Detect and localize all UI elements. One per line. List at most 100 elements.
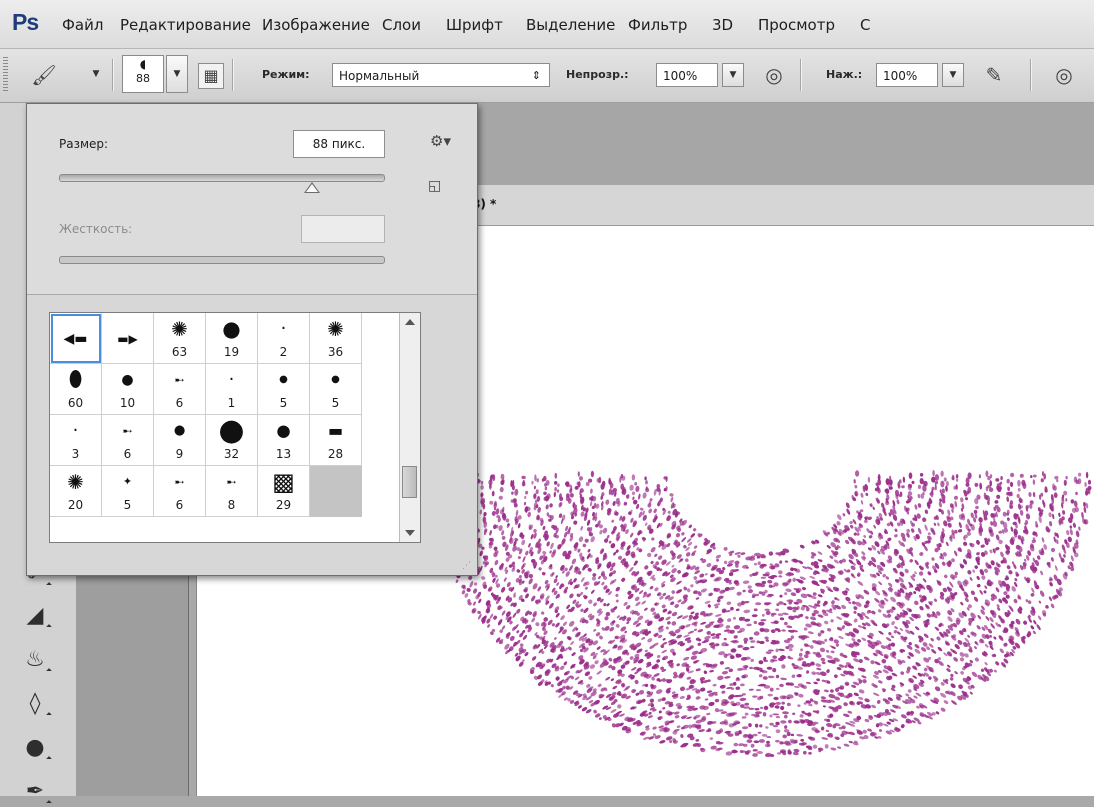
menu-3d[interactable]: 3D xyxy=(712,16,733,34)
brush-preset-20[interactable]: ➸ 6 xyxy=(154,466,206,517)
dodge-icon[interactable]: ● xyxy=(20,733,50,763)
brush-preset-3[interactable]: ● 19 xyxy=(206,313,258,364)
leaf-icon: ➸ xyxy=(122,424,133,438)
round-icon: ● xyxy=(218,413,245,448)
brush-preset-size: 19 xyxy=(223,345,240,359)
brush-preset-6[interactable]: ⬮ 60 xyxy=(50,364,102,415)
brush-preset-14[interactable]: ● 9 xyxy=(154,415,206,466)
brush-preset-2[interactable]: ✺ 63 xyxy=(154,313,206,364)
brush-preset-size: 10 xyxy=(119,396,136,410)
flow-label: Наж.: xyxy=(826,68,863,81)
airbrush-toggle-icon[interactable]: ✎ xyxy=(980,61,1008,89)
brush-preset-size: 5 xyxy=(279,396,288,410)
menu-select[interactable]: Выделение xyxy=(526,16,615,34)
eraser-icon[interactable]: ◢ xyxy=(20,601,50,631)
brush-preset-size: 6 xyxy=(123,447,132,461)
menu-edit[interactable]: Редактирование xyxy=(120,16,251,34)
options-bar: 🖌 ▼ ◖ 88 ▼ ▦ Режим: Нормальный ⇕ Непрозр… xyxy=(0,49,1094,103)
updown-icon: ⇕ xyxy=(531,69,541,82)
flow-input[interactable]: 100% xyxy=(876,63,938,87)
scatter-icon: ✺ xyxy=(327,317,344,341)
brush-preset-size: 60 xyxy=(67,396,84,410)
menu-view[interactable]: Просмотр xyxy=(758,16,835,34)
empty-preset-slot xyxy=(310,466,362,517)
new-preset-icon[interactable]: ◱ xyxy=(428,178,441,194)
tablet-size-icon[interactable]: ◎ xyxy=(1050,61,1078,89)
brush-preset-dropdown[interactable]: ▼ xyxy=(166,55,188,93)
brush-preset-21[interactable]: ➸ 8 xyxy=(206,466,258,517)
brush-preset-0[interactable]: ◀▬ xyxy=(50,313,102,364)
resize-grip-icon[interactable]: ⋰ xyxy=(462,561,471,571)
leaf-icon: ➸ xyxy=(174,475,185,489)
brush-size-preview: 88 xyxy=(136,72,150,85)
menu-image[interactable]: Изображение xyxy=(262,16,370,34)
brush-preset-size: 1 xyxy=(227,396,236,410)
menu-file[interactable]: Файл xyxy=(62,16,103,34)
blur-icon[interactable]: ◊ xyxy=(20,689,50,719)
brush-preset-19[interactable]: ✦ 5 xyxy=(102,466,154,517)
brush-preset-size: 63 xyxy=(171,345,188,359)
scroll-down-icon[interactable] xyxy=(405,530,415,536)
paint-bucket-icon[interactable]: ♨ xyxy=(20,645,50,675)
tool-preset-dropdown[interactable]: ▼ xyxy=(88,63,104,87)
brush-preset-12[interactable]: · 3 xyxy=(50,415,102,466)
size-slider[interactable] xyxy=(59,174,385,182)
star-icon: ✦ xyxy=(122,475,133,488)
brush-preset-size: 13 xyxy=(275,447,292,461)
brush-panel-toggle-icon[interactable]: ▦ xyxy=(198,63,224,89)
brush-preset-9[interactable]: · 1 xyxy=(206,364,258,415)
opacity-input[interactable]: 100% xyxy=(656,63,718,87)
brush-preset-size: 5 xyxy=(123,498,132,512)
ellipse-icon: ⬮ xyxy=(68,367,83,392)
brush-preset-8[interactable]: ➸ 6 xyxy=(154,364,206,415)
brush-preset-4[interactable]: · 2 xyxy=(258,313,310,364)
mode-select[interactable]: Нормальный ⇕ xyxy=(332,63,550,87)
brush-preset-22[interactable]: ▩ 29 xyxy=(258,466,310,517)
menu-layers[interactable]: Слои xyxy=(382,16,421,34)
brush-preset-18[interactable]: ✺ 20 xyxy=(50,466,102,517)
hardness-slider[interactable] xyxy=(59,256,385,264)
brush-preset-17[interactable]: ▬ 28 xyxy=(310,415,362,466)
brush-preset-size: 29 xyxy=(275,498,292,512)
hardness-input[interactable] xyxy=(301,215,385,243)
options-grip[interactable] xyxy=(3,57,8,93)
brush-preset-10[interactable]: ● 5 xyxy=(258,364,310,415)
brush-preset-size: 32 xyxy=(223,447,240,461)
marker-icon: ▬▶ xyxy=(117,332,138,346)
size-slider-thumb[interactable] xyxy=(303,182,320,193)
size-label: Размер: xyxy=(59,137,109,151)
leaf-icon: ➸ xyxy=(226,475,237,489)
brush-preset-1[interactable]: ▬▶ xyxy=(102,313,154,364)
brush-preset-size: 6 xyxy=(175,396,184,410)
brush-preset-picker[interactable]: ◖ 88 xyxy=(122,55,164,93)
pen-icon[interactable]: ✒ xyxy=(20,777,50,807)
round-icon: ● xyxy=(331,374,340,385)
menu-window[interactable]: С xyxy=(860,16,870,34)
brush-preset-panel: Размер: 88 пикс. ⚙▾ ◱ Жесткость: ◀▬ ▬▶ ✺ 63… xyxy=(26,103,478,576)
brush-preview-icon: ◖ xyxy=(139,57,147,71)
scroll-thumb[interactable] xyxy=(402,466,417,498)
size-input[interactable]: 88 пикс. xyxy=(293,130,385,158)
brush-preset-grid: ◀▬ ▬▶ ✺ 63 ● 19 · 2 ✺ 36 ⬮ 60 ● 10 ➸ 6 · 1 ● 5 ● 5 · 3 ➸ 6 ● 9 ● 32 ● 1… xyxy=(49,312,421,543)
round-icon: ● xyxy=(121,372,134,388)
brush-preset-7[interactable]: ● 10 xyxy=(102,364,154,415)
opacity-dropdown[interactable]: ▼ xyxy=(722,63,744,87)
brush-preset-15[interactable]: ● 32 xyxy=(206,415,258,466)
gear-icon[interactable]: ⚙▾ xyxy=(430,132,451,150)
brush-preset-size: 2 xyxy=(279,345,288,359)
preset-scrollbar[interactable] xyxy=(399,313,420,542)
brush-preset-11[interactable]: ● 5 xyxy=(310,364,362,415)
menu-filter[interactable]: Фильтр xyxy=(628,16,687,34)
brush-preset-13[interactable]: ➸ 6 xyxy=(102,415,154,466)
flow-dropdown[interactable]: ▼ xyxy=(942,63,964,87)
brush-preset-size: 28 xyxy=(327,447,344,461)
menu-type[interactable]: Шрифт xyxy=(446,16,503,34)
dot-icon: · xyxy=(72,420,79,441)
brush-preset-5[interactable]: ✺ 36 xyxy=(310,313,362,364)
brush-preset-16[interactable]: ● 13 xyxy=(258,415,310,466)
brush-tool-icon[interactable]: 🖌 xyxy=(30,61,58,89)
opacity-pressure-icon[interactable]: ◎ xyxy=(760,61,788,89)
hardness-label: Жесткость: xyxy=(59,222,133,236)
flat-icon: ▬ xyxy=(327,421,344,440)
scroll-up-icon[interactable] xyxy=(405,319,415,325)
